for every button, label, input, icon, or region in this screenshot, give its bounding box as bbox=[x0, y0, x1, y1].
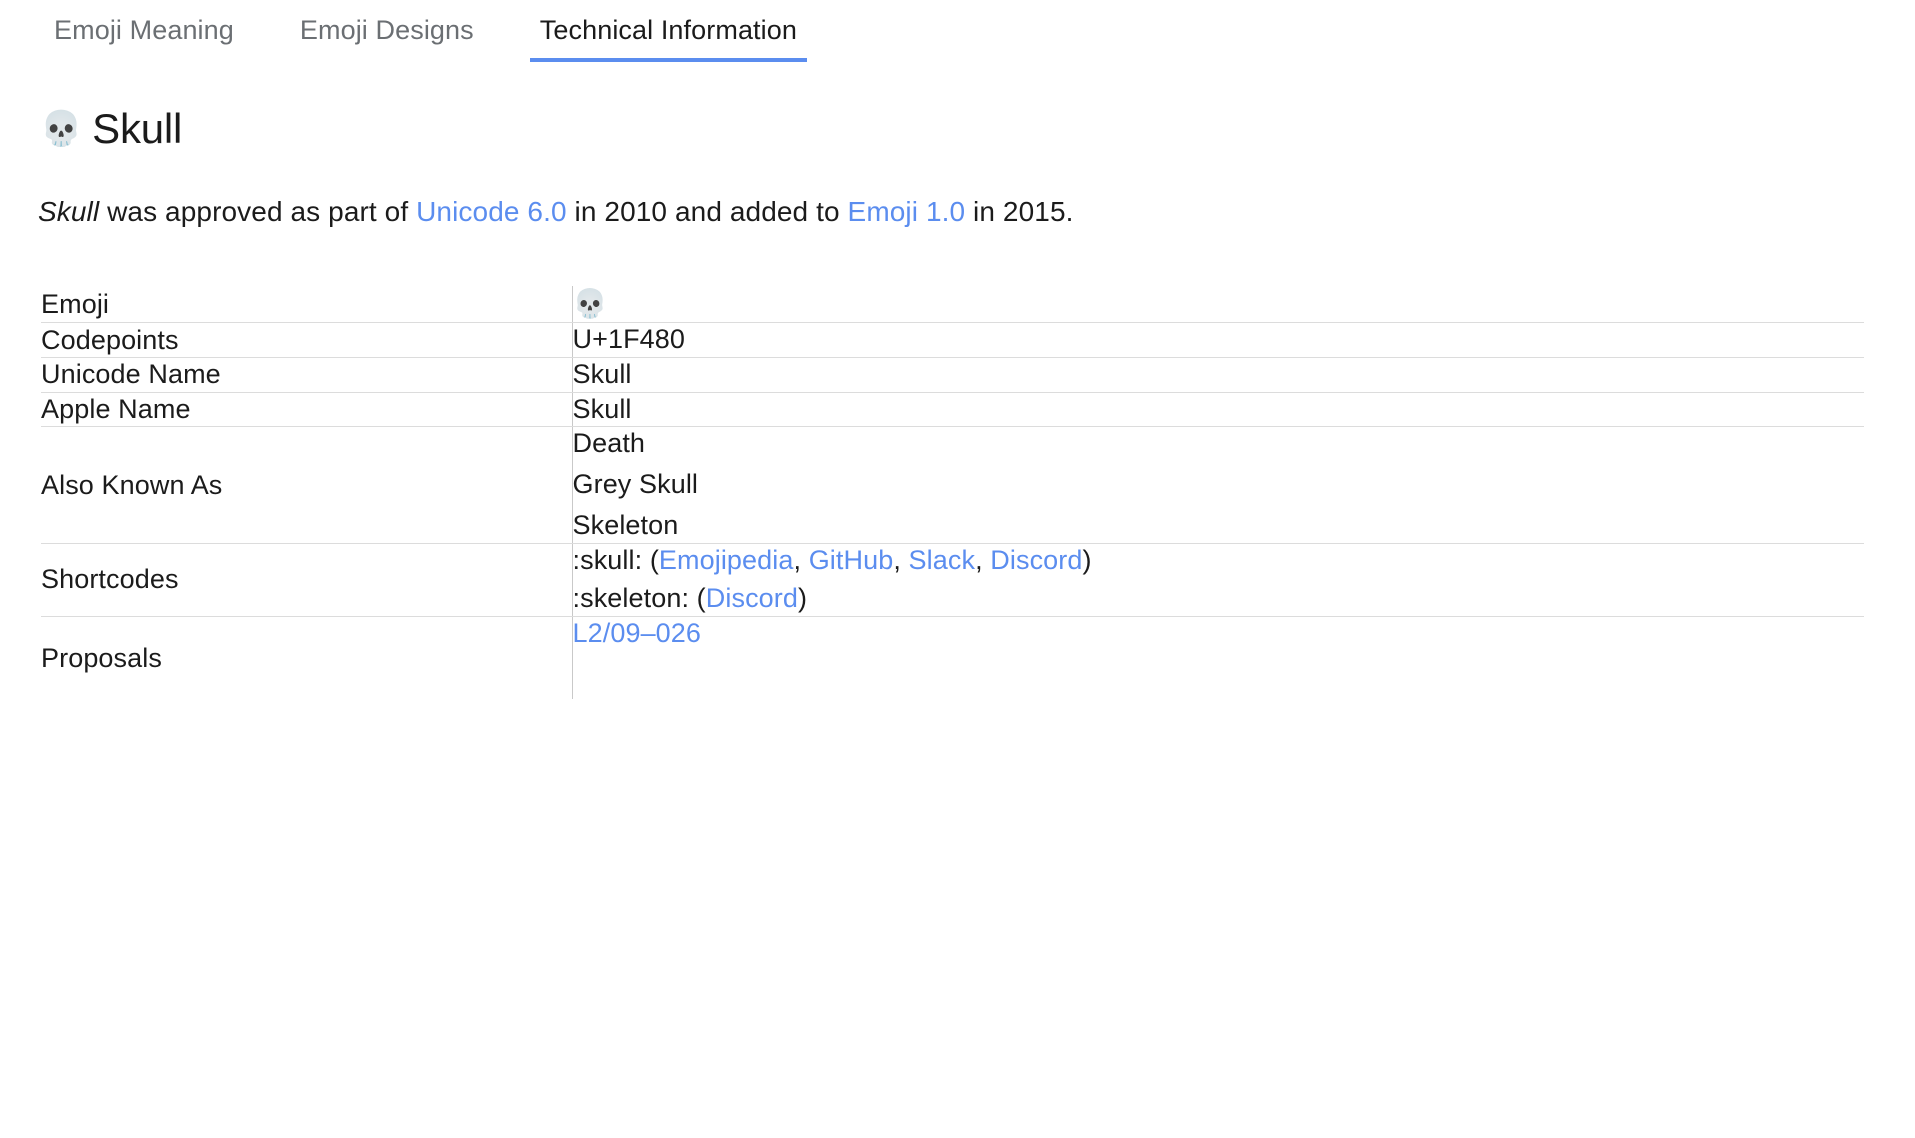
row-label-shortcodes: Shortcodes bbox=[41, 543, 572, 617]
row-value-codepoints: U+1F480 bbox=[572, 323, 1864, 358]
alias-item: Skeleton bbox=[573, 509, 1865, 543]
shortcode-text: :skull: ( bbox=[573, 545, 659, 575]
skull-emoji-icon: 💀 bbox=[573, 287, 608, 320]
technical-information-table: Emoji 💀 Codepoints U+1F480 Unicode Name … bbox=[41, 286, 1864, 699]
tab-label: Emoji Meaning bbox=[54, 15, 234, 45]
table-row: Proposals L2/09–026 bbox=[41, 617, 1864, 699]
shortcode-text: :skeleton: ( bbox=[573, 583, 706, 613]
page-title-text: Skull bbox=[92, 108, 182, 150]
table-row: Apple Name Skull bbox=[41, 392, 1864, 427]
tab-label: Technical Information bbox=[540, 15, 797, 45]
shortcode-source-slack-link[interactable]: Slack bbox=[909, 545, 976, 575]
tab-emoji-meaning[interactable]: Emoji Meaning bbox=[54, 15, 234, 62]
shortcode-line-skeleton: :skeleton: (Discord) bbox=[573, 582, 1865, 616]
alias-item: Death bbox=[573, 427, 1865, 461]
row-value-also-known-as: Death Grey Skull Skeleton bbox=[572, 427, 1864, 543]
tab-label: Emoji Designs bbox=[300, 15, 474, 45]
intro-text-3: in 2015. bbox=[965, 196, 1073, 227]
shortcode-source-discord-link[interactable]: Discord bbox=[990, 545, 1082, 575]
shortcode-source-discord-link[interactable]: Discord bbox=[706, 583, 798, 613]
skull-emoji-icon: 💀 bbox=[40, 112, 82, 146]
shortcode-separator: , bbox=[975, 545, 990, 575]
table-row: Emoji 💀 bbox=[41, 286, 1864, 322]
shortcode-text: ) bbox=[798, 583, 807, 613]
intro-text-2: in 2010 and added to bbox=[567, 196, 848, 227]
table-row: Unicode Name Skull bbox=[41, 357, 1864, 392]
shortcode-source-emojipedia-link[interactable]: Emojipedia bbox=[659, 545, 794, 575]
row-value-proposals: L2/09–026 bbox=[572, 617, 1864, 699]
shortcode-separator: , bbox=[794, 545, 809, 575]
tab-emoji-designs[interactable]: Emoji Designs bbox=[300, 15, 474, 62]
table-row: Codepoints U+1F480 bbox=[41, 323, 1864, 358]
page-title: 💀 Skull bbox=[0, 62, 1915, 150]
tab-technical-information[interactable]: Technical Information bbox=[540, 15, 797, 62]
row-value-apple-name: Skull bbox=[572, 392, 1864, 427]
intro-text-1: was approved as part of bbox=[99, 196, 416, 227]
row-label-also-known-as: Also Known As bbox=[41, 427, 572, 543]
proposal-document-link[interactable]: L2/09–026 bbox=[573, 618, 702, 648]
intro-emoji-name: Skull bbox=[38, 196, 99, 227]
row-label-emoji: Emoji bbox=[41, 286, 572, 322]
row-label-proposals: Proposals bbox=[41, 617, 572, 699]
table-row: Shortcodes :skull: (Emojipedia, GitHub, … bbox=[41, 543, 1864, 617]
shortcode-separator: , bbox=[893, 545, 908, 575]
table-row: Also Known As Death Grey Skull Skeleton bbox=[41, 427, 1864, 543]
tab-bar: Emoji Meaning Emoji Designs Technical In… bbox=[0, 0, 1915, 62]
row-value-shortcodes: :skull: (Emojipedia, GitHub, Slack, Disc… bbox=[572, 543, 1864, 617]
shortcode-text: ) bbox=[1083, 545, 1092, 575]
unicode-version-link[interactable]: Unicode 6.0 bbox=[416, 196, 567, 227]
row-value-unicode-name: Skull bbox=[572, 357, 1864, 392]
alias-item: Grey Skull bbox=[573, 468, 1865, 502]
intro-paragraph: Skull was approved as part of Unicode 6.… bbox=[0, 150, 1915, 230]
row-label-codepoints: Codepoints bbox=[41, 323, 572, 358]
row-label-unicode-name: Unicode Name bbox=[41, 357, 572, 392]
shortcode-line-skull: :skull: (Emojipedia, GitHub, Slack, Disc… bbox=[573, 544, 1865, 578]
shortcode-source-github-link[interactable]: GitHub bbox=[809, 545, 894, 575]
emoji-version-link[interactable]: Emoji 1.0 bbox=[848, 196, 966, 227]
row-label-apple-name: Apple Name bbox=[41, 392, 572, 427]
row-value-emoji: 💀 bbox=[572, 286, 1864, 322]
